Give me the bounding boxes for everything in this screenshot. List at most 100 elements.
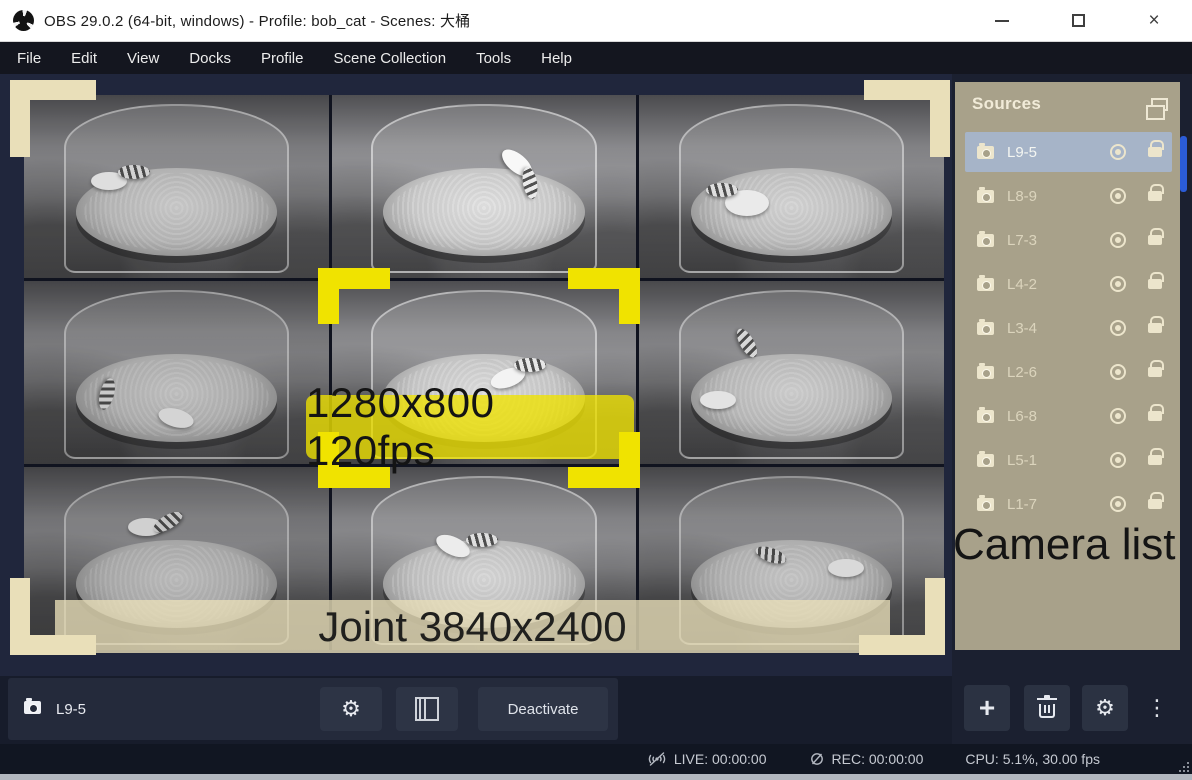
source-row-l8-9[interactable]: L8-9 [965,176,1172,216]
source-settings-button[interactable]: ⚙ [1082,685,1128,731]
source-properties-button[interactable]: ⚙ [320,687,382,731]
menu-help[interactable]: Help [526,42,587,74]
camera-feed[interactable] [332,95,637,278]
visibility-eye-icon[interactable] [1110,452,1126,468]
sources-toolbar: + ⚙ ⋮ [952,676,1192,744]
preview-corner-marker [10,80,30,157]
camera-feed[interactable] [24,95,329,278]
lock-icon[interactable] [1148,279,1162,289]
menu-file[interactable]: File [2,42,56,74]
lock-icon[interactable] [1148,191,1162,201]
menu-tools[interactable]: Tools [461,42,526,74]
title-bar: OBS 29.0.2 (64-bit, windows) - Profile: … [0,0,1192,42]
menu-docks[interactable]: Docks [174,42,246,74]
preview-zone: 1280x800 120fps Joint 3840x2400 L9-5 ⚙ D… [0,74,952,744]
source-row-l3-4[interactable]: L3-4 [965,308,1172,348]
visibility-eye-icon[interactable] [1110,320,1126,336]
source-row-l5-1[interactable]: L5-1 [965,440,1172,480]
cpu-fps-text: CPU: 5.1%, 30.00 fps [965,751,1100,767]
maximize-button[interactable] [1040,0,1116,41]
camera-list-annotation: Camera list [953,520,1176,570]
deactivate-button[interactable]: Deactivate [478,687,608,731]
focus-bracket [318,268,339,324]
visibility-eye-icon[interactable] [1110,188,1126,204]
lock-icon[interactable] [1148,411,1162,421]
selected-source-label: L9-5 [56,678,86,740]
camera-feed[interactable] [24,281,329,464]
close-icon: × [1148,10,1159,32]
camera-feed[interactable] [639,95,944,278]
obs-logo-icon [13,10,34,31]
mouse-shape [700,391,736,409]
sources-list: L9-5 L8-9 L7-3 L4-2 L3-4 L2-6 L6-8 L5-1 [955,126,1180,524]
remove-source-button[interactable] [1024,685,1070,731]
bedding-disc-shape [691,168,892,256]
lock-icon[interactable] [1148,323,1162,333]
source-row-l9-5[interactable]: L9-5 [965,132,1172,172]
camera-icon [24,701,41,714]
visibility-eye-icon[interactable] [1110,232,1126,248]
cpu-status: CPU: 5.1%, 30.00 fps [965,751,1100,767]
window-bottom-edge [0,774,1192,780]
mouse-shape [706,183,738,197]
lock-icon[interactable] [1148,235,1162,245]
bedding-disc-shape [383,168,584,256]
visibility-eye-icon[interactable] [1110,408,1126,424]
popout-dock-icon[interactable] [1151,98,1168,111]
menu-edit[interactable]: Edit [56,42,112,74]
menu-profile[interactable]: Profile [246,42,319,74]
sources-header: Sources [955,82,1180,126]
camera-icon [977,498,994,511]
lock-icon[interactable] [1148,147,1162,157]
resize-grip[interactable] [1177,760,1189,772]
source-row-l7-3[interactable]: L7-3 [965,220,1172,260]
mouse-shape [514,358,546,372]
minimize-icon [995,20,1009,22]
window-controls: × [964,0,1192,41]
rec-time: REC: 00:00:00 [832,751,924,767]
sources-scrollbar[interactable] [1180,136,1187,192]
menu-scene-collection[interactable]: Scene Collection [319,42,462,74]
trash-icon [1039,704,1055,718]
menu-view[interactable]: View [112,42,174,74]
gear-icon: ⚙ [341,696,361,722]
source-row-l4-2[interactable]: L4-2 [965,264,1172,304]
camera-icon [977,234,994,247]
joint-resolution-annotation: Joint 3840x2400 [55,600,890,653]
source-label: L4-2 [1007,276,1110,293]
source-label: L2-6 [1007,364,1110,381]
camera-icon [977,410,994,423]
preview-canvas[interactable]: 1280x800 120fps Joint 3840x2400 [0,74,952,676]
live-time: LIVE: 00:00:00 [674,751,767,767]
lock-icon[interactable] [1148,367,1162,377]
more-options-button[interactable]: ⋮ [1144,685,1170,731]
filters-icon [415,697,439,721]
maximize-icon [1072,14,1085,27]
visibility-eye-icon[interactable] [1110,144,1126,160]
focus-bracket [619,268,640,324]
minimize-button[interactable] [964,0,1040,41]
close-button[interactable]: × [1116,0,1192,41]
source-label: L7-3 [1007,232,1110,249]
add-source-button[interactable]: + [964,685,1010,731]
source-label: L3-4 [1007,320,1110,337]
lock-icon[interactable] [1148,499,1162,509]
lock-icon[interactable] [1148,455,1162,465]
source-row-l6-8[interactable]: L6-8 [965,396,1172,436]
preview-grid [24,95,944,650]
camera-icon [977,454,994,467]
record-off-icon [809,751,825,767]
visibility-eye-icon[interactable] [1110,496,1126,512]
visibility-eye-icon[interactable] [1110,364,1126,380]
gear-icon: ⚙ [1095,695,1115,721]
preview-corner-marker [925,578,945,655]
live-status: LIVE: 00:00:00 [647,751,767,767]
camera-feed[interactable] [639,281,944,464]
source-label: L6-8 [1007,408,1110,425]
source-row-l2-6[interactable]: L2-6 [965,352,1172,392]
source-filters-button[interactable] [396,687,458,731]
visibility-eye-icon[interactable] [1110,276,1126,292]
status-bar: LIVE: 00:00:00 REC: 00:00:00 CPU: 5.1%, … [0,744,1192,774]
preview-corner-marker [930,80,950,157]
source-row-l1-7[interactable]: L1-7 [965,484,1172,524]
